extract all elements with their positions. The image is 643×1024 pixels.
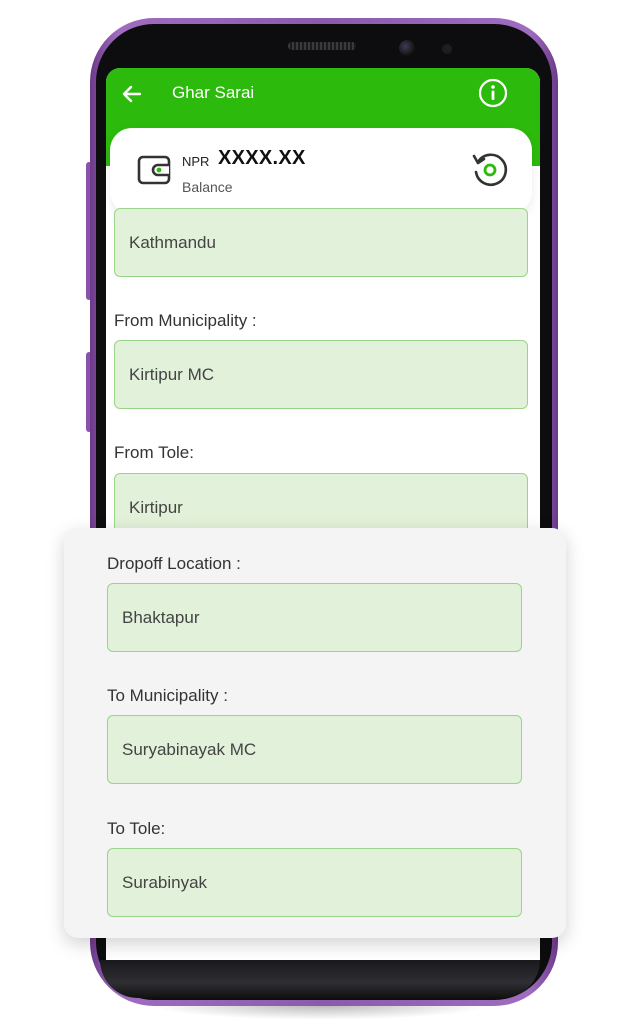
from-municipality-label: From Municipality : (114, 311, 257, 330)
dropoff-label: Dropoff Location : (107, 554, 241, 573)
balance-card: NPR XXXX.XX Balance (110, 128, 532, 214)
from-district-value: Kathmandu (129, 232, 216, 252)
app-title: Ghar Sarai (172, 83, 255, 102)
wallet-icon (137, 155, 171, 185)
info-icon[interactable] (478, 78, 508, 108)
arrow-left-icon[interactable] (120, 82, 144, 106)
to-tole-value: Surabinyak (122, 872, 208, 892)
currency-label: NPR (182, 154, 210, 169)
proximity-sensor (442, 44, 452, 54)
balance-amount: XXXX.XX (218, 147, 306, 169)
to-municipality-value: Suryabinayak MC (122, 739, 257, 759)
from-district-field[interactable]: Kathmandu (114, 208, 528, 277)
from-municipality-value: Kirtipur MC (129, 364, 215, 384)
to-tole-label: To Tole: (107, 819, 166, 838)
balance-label: Balance (182, 179, 233, 195)
to-municipality-label: To Municipality : (107, 686, 228, 705)
refresh-icon[interactable] (470, 150, 510, 190)
phone-bottom-bezel (100, 960, 540, 998)
from-tole-label: From Tole: (114, 443, 194, 462)
phone-speaker (288, 42, 356, 50)
from-tole-value: Kirtipur (129, 498, 183, 517)
dropoff-field[interactable]: Bhaktapur (107, 583, 522, 652)
from-municipality-field[interactable]: Kirtipur MC (114, 340, 528, 409)
dropoff-value: Bhaktapur (122, 607, 200, 627)
to-tole-field[interactable]: Surabinyak (107, 848, 522, 917)
to-municipality-field[interactable]: Suryabinayak MC (107, 715, 522, 784)
promo-stage: Ghar Sarai NPR XXXX.XX Balance Kathmandu… (0, 0, 643, 1024)
dropoff-card: Dropoff Location : Bhaktapur To Municipa… (64, 528, 566, 938)
front-camera (399, 40, 415, 56)
